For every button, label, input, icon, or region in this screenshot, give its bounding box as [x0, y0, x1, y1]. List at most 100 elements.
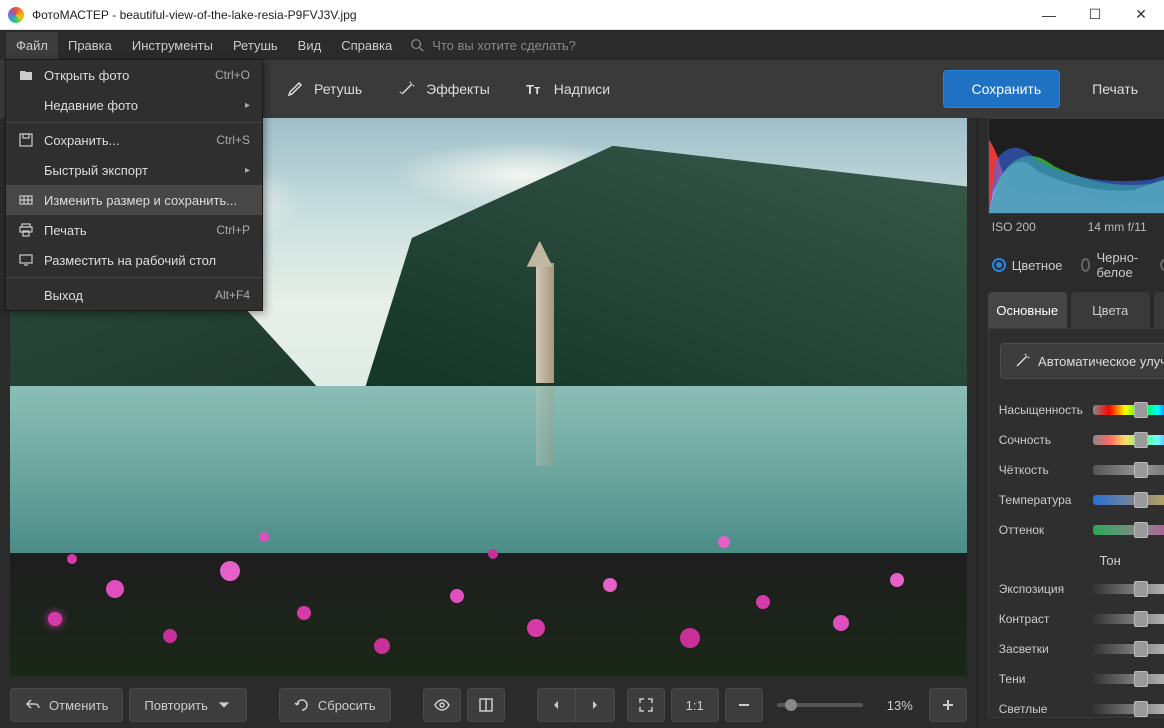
chevron-right-icon: ▸: [245, 100, 250, 111]
slider-row: Насыщенность0: [999, 395, 1164, 425]
slider-track[interactable]: [1093, 525, 1164, 535]
redo-button[interactable]: Повторить: [129, 688, 246, 722]
bottom-toolbar: Отменить Повторить Сбросить 1:1: [0, 682, 977, 728]
undo-button[interactable]: Отменить: [10, 688, 123, 722]
next-image[interactable]: [576, 689, 614, 721]
histogram-graphic: [989, 119, 1164, 213]
reset-button[interactable]: Сбросить: [279, 688, 391, 722]
slider-thumb[interactable]: [1134, 522, 1148, 538]
prev-image[interactable]: [538, 689, 576, 721]
menu-set-wallpaper[interactable]: Разместить на рабочий стол: [6, 245, 262, 275]
slider-label: Чёткость: [999, 463, 1085, 477]
slider-thumb[interactable]: [1134, 402, 1148, 418]
slider-label: Засветки: [999, 642, 1085, 656]
window-maximize[interactable]: ☐: [1072, 0, 1118, 30]
auto-enhance-button[interactable]: Автоматическое улучшение: [1000, 343, 1164, 379]
nav-group: [537, 688, 615, 722]
slider-track[interactable]: [1093, 614, 1164, 624]
tab-retouch[interactable]: Ретушь: [268, 69, 380, 109]
mode-negative[interactable]: Негатив: [1160, 258, 1164, 273]
slider-thumb[interactable]: [1134, 462, 1148, 478]
print-button-label: Печать: [1092, 81, 1138, 97]
slider-track[interactable]: [1093, 435, 1164, 445]
zoom-in[interactable]: [929, 688, 967, 722]
save-button[interactable]: Сохранить: [943, 70, 1061, 108]
wand-icon: [398, 80, 416, 98]
menu-separator: [6, 277, 262, 278]
search-placeholder[interactable]: Что вы хотите сделать?: [432, 38, 576, 53]
slider-thumb[interactable]: [1134, 671, 1148, 687]
ptab-basic[interactable]: Основные: [988, 292, 1067, 328]
tab-text[interactable]: Tᴛ Надписи: [508, 69, 628, 109]
slider-thumb[interactable]: [1134, 701, 1148, 717]
mode-color[interactable]: Цветное: [992, 258, 1063, 273]
app-icon: [8, 7, 24, 23]
slider-thumb[interactable]: [1134, 641, 1148, 657]
menu-quick-export[interactable]: Быстрый экспорт ▸: [6, 155, 262, 185]
sparkle-icon: [1014, 353, 1030, 369]
slider-track[interactable]: [1093, 405, 1164, 415]
slider-thumb[interactable]: [1134, 432, 1148, 448]
save-icon: [18, 132, 34, 148]
menu-print[interactable]: Печать Ctrl+P: [6, 215, 262, 245]
fit-screen[interactable]: [627, 688, 665, 722]
slider-track[interactable]: [1093, 674, 1164, 684]
window-title: ФотоМАСТЕР - beautiful-view-of-the-lake-…: [32, 8, 1026, 22]
window-minimize[interactable]: —: [1026, 0, 1072, 30]
slider-track[interactable]: [1093, 644, 1164, 654]
compare-toggle[interactable]: [423, 688, 461, 722]
menu-separator: [6, 122, 262, 123]
radio-dot: [1160, 258, 1164, 272]
slider-track[interactable]: [1093, 584, 1164, 594]
slider-label: Светлые: [999, 702, 1085, 716]
titlebar: ФотоМАСТЕР - beautiful-view-of-the-lake-…: [0, 0, 1164, 30]
radio-dot: [992, 258, 1006, 272]
slider-track[interactable]: [1093, 465, 1164, 475]
zoom-slider[interactable]: [777, 703, 863, 707]
svg-text:Tᴛ: Tᴛ: [526, 82, 540, 97]
slider-row: Засветки0: [999, 634, 1164, 664]
mode-bw[interactable]: Черно-белое: [1081, 250, 1143, 280]
zoom-out[interactable]: [725, 688, 763, 722]
slider-row: Тени0: [999, 664, 1164, 694]
ptab-colors[interactable]: Цвета: [1071, 292, 1150, 328]
tab-effects[interactable]: Эффекты: [380, 69, 508, 109]
save-button-label: Сохранить: [972, 81, 1042, 97]
menu-resize-save[interactable]: Изменить размер и сохранить...: [6, 185, 262, 215]
ptab-sharp[interactable]: Резкость: [1154, 292, 1164, 328]
slider-thumb[interactable]: [1134, 492, 1148, 508]
menu-save[interactable]: Сохранить... Ctrl+S: [6, 125, 262, 155]
actual-size[interactable]: 1:1: [671, 688, 719, 722]
menu-open-photo[interactable]: Открыть фото Ctrl+O: [6, 60, 262, 90]
text-icon: Tᴛ: [526, 80, 544, 98]
slider-label: Температура: [999, 493, 1085, 507]
menu-edit[interactable]: Правка: [58, 32, 122, 59]
window-close[interactable]: ✕: [1118, 0, 1164, 30]
file-menu-dropdown: Открыть фото Ctrl+O Недавние фото ▸ Сохр…: [5, 59, 263, 311]
slider-thumb[interactable]: [785, 699, 797, 711]
menu-view[interactable]: Вид: [288, 32, 332, 59]
histogram[interactable]: [988, 118, 1164, 214]
meta-lens: 14 mm f/11: [1088, 220, 1147, 234]
print-button[interactable]: Печать: [1066, 70, 1154, 108]
menu-exit[interactable]: Выход Alt+F4: [6, 280, 262, 310]
menu-recent[interactable]: Недавние фото ▸: [6, 90, 262, 120]
slider-track[interactable]: [1093, 495, 1164, 505]
split-view[interactable]: [467, 688, 505, 722]
tab-retouch-label: Ретушь: [314, 81, 362, 97]
slider-label: Оттенок: [999, 523, 1085, 537]
chevron-right-icon: ▸: [245, 165, 250, 176]
menu-file[interactable]: Файл: [6, 32, 58, 59]
radio-dot: [1081, 258, 1091, 272]
slider-label: Экспозиция: [999, 582, 1085, 596]
slider-thumb[interactable]: [1134, 581, 1148, 597]
slider-thumb[interactable]: [1134, 611, 1148, 627]
slider-track[interactable]: [1093, 704, 1164, 714]
chevron-right-icon: [589, 699, 601, 711]
menu-retouch[interactable]: Ретушь: [223, 32, 288, 59]
menu-help[interactable]: Справка: [331, 32, 402, 59]
desktop-icon: [18, 252, 34, 268]
menu-tools[interactable]: Инструменты: [122, 32, 223, 59]
slider-row: Контраст0: [999, 604, 1164, 634]
slider-row: Сочность0: [999, 425, 1164, 455]
